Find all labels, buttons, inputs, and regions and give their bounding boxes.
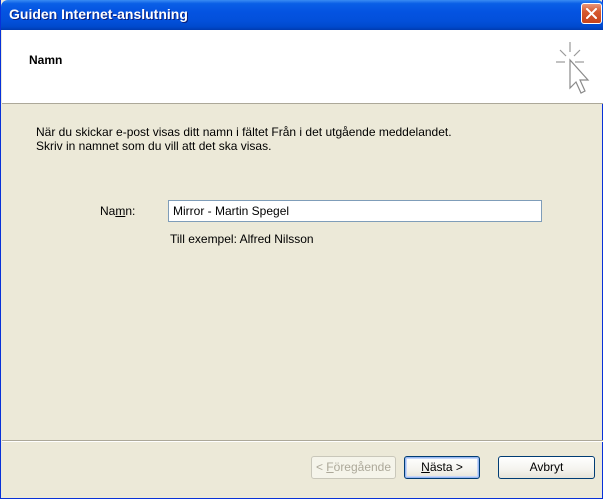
description: När du skickar e-post visas ditt namn i … bbox=[36, 125, 556, 153]
name-input[interactable] bbox=[168, 200, 542, 222]
footer-separator bbox=[2, 440, 603, 442]
back-button[interactable]: < Föregående bbox=[311, 456, 396, 479]
wizard-content: När du skickar e-post visas ditt namn i … bbox=[2, 104, 603, 440]
close-icon bbox=[586, 8, 597, 19]
example-hint: Till exempel: Alfred Nilsson bbox=[170, 232, 314, 246]
next-button[interactable]: Nästa > bbox=[404, 456, 480, 479]
close-button[interactable] bbox=[581, 3, 602, 24]
page-heading: Namn bbox=[29, 53, 63, 67]
wizard-cursor-icon bbox=[556, 42, 590, 94]
window-title: Guiden Internet-anslutning bbox=[9, 6, 188, 22]
description-line-1: När du skickar e-post visas ditt namn i … bbox=[36, 125, 452, 139]
name-label: Namn: bbox=[100, 204, 136, 218]
cancel-button[interactable]: Avbryt bbox=[498, 456, 595, 479]
wizard-header: Namn bbox=[2, 30, 603, 104]
title-bar[interactable]: Guiden Internet-anslutning bbox=[1, 0, 603, 30]
wizard-window: Guiden Internet-anslutning Namn När du s… bbox=[0, 0, 603, 499]
description-line-2: Skriv in namnet som du vill att det ska … bbox=[36, 139, 272, 153]
